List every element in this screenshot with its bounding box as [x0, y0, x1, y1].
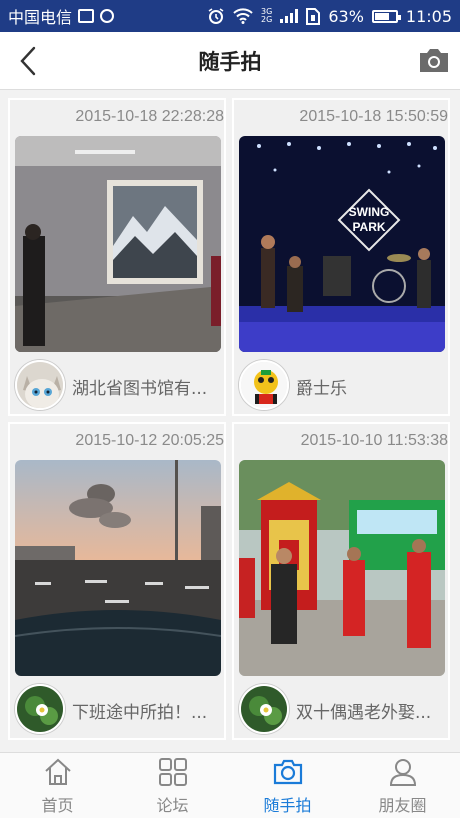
- home-icon: [44, 758, 71, 785]
- post-timestamp: 2015-10-18 22:28:28: [75, 108, 224, 125]
- tab-label: 首页: [41, 795, 74, 815]
- feed-card[interactable]: 2015-10-18 15:50:59 SWING PARK 爵士乐: [232, 98, 450, 416]
- tab-home[interactable]: 首页: [0, 753, 115, 818]
- camera-icon[interactable]: [418, 46, 450, 74]
- post-caption: 爵士乐: [296, 379, 347, 399]
- network-type: 3G 2G: [261, 7, 273, 24]
- post-caption: 湖北省图书馆有...: [72, 379, 208, 399]
- user-avatar[interactable]: [239, 684, 289, 734]
- tab-label: 随手拍: [263, 795, 312, 815]
- page-title: 随手拍: [198, 49, 262, 74]
- status-bar: 中国电信 3G 2G 63% 11:05: [0, 0, 460, 32]
- user-avatar[interactable]: [239, 360, 289, 410]
- wifi-icon: [233, 8, 253, 24]
- tab-friends[interactable]: 朋友圈: [345, 753, 460, 818]
- post-caption: 下班途中所拍！...: [72, 703, 208, 723]
- camera-icon: [273, 759, 302, 784]
- sync-icon: [100, 9, 115, 23]
- signal-icon: [280, 9, 299, 23]
- sim-icon: [306, 7, 321, 25]
- tab-forum[interactable]: 论坛: [115, 753, 230, 818]
- app-header: 随手拍: [0, 32, 460, 90]
- photo-sign-line1: SWING: [349, 205, 390, 219]
- tab-label: 朋友圈: [378, 795, 427, 815]
- post-caption: 双十偶遇老外娶...: [296, 703, 432, 723]
- post-timestamp: 2015-10-10 11:53:38: [300, 432, 448, 449]
- person-icon: [389, 758, 416, 786]
- battery-icon: [371, 9, 401, 23]
- feed-card[interactable]: 2015-10-18 22:28:28 湖北省图书馆有...: [8, 98, 226, 416]
- post-timestamp: 2015-10-12 20:05:25: [75, 432, 224, 449]
- user-avatar[interactable]: [15, 360, 65, 410]
- tab-snapshot[interactable]: 随手拍: [230, 753, 345, 818]
- back-arrow-icon[interactable]: [14, 44, 44, 78]
- carrier-label: 中国电信: [8, 8, 73, 27]
- tab-label: 论坛: [156, 795, 189, 815]
- user-avatar[interactable]: [15, 684, 65, 734]
- photo-feed[interactable]: 2015-10-18 22:28:28 湖北省图书馆有... 2015-10-1…: [0, 90, 460, 752]
- post-timestamp: 2015-10-18 15:50:59: [299, 108, 448, 125]
- feed-card[interactable]: 2015-10-10 11:53:38 双十偶遇老外娶...: [232, 422, 450, 740]
- battery-percent: 63%: [328, 6, 364, 26]
- post-photo[interactable]: [15, 136, 221, 352]
- alarm-icon: [208, 8, 224, 24]
- feed-card[interactable]: 2015-10-12 20:05:25 下班途中所拍！...: [8, 422, 226, 740]
- screenshot-icon: [78, 9, 95, 23]
- post-photo[interactable]: [239, 460, 445, 676]
- clock: 11:05: [405, 6, 452, 26]
- post-photo[interactable]: SWING PARK: [239, 136, 445, 352]
- grid-icon: [158, 757, 187, 786]
- post-photo[interactable]: [15, 460, 221, 676]
- bottom-tab-bar: 首页 论坛 随手拍 朋友圈: [0, 752, 460, 818]
- photo-sign-line2: PARK: [352, 220, 385, 234]
